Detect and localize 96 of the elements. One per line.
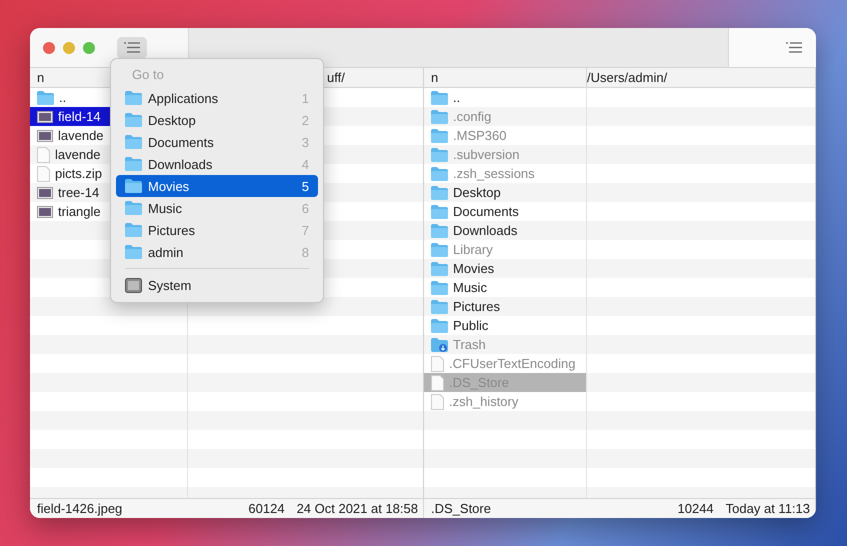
- folder-icon: [125, 245, 142, 259]
- minimize-button[interactable]: [63, 42, 75, 54]
- folder-icon: [431, 128, 448, 142]
- shortcut-number: 2: [302, 112, 309, 128]
- menu-item[interactable]: Downloads 4: [116, 153, 318, 175]
- folder-icon: [125, 113, 142, 127]
- folder-icon: [431, 262, 448, 276]
- folder-icon: [37, 90, 54, 104]
- folder-icon: [431, 166, 448, 180]
- folder-icon: [431, 300, 448, 314]
- file-name: ..: [59, 90, 66, 105]
- folder-icon: [125, 91, 142, 105]
- file-icon: [37, 146, 50, 162]
- menu-item[interactable]: Documents 3: [116, 131, 318, 153]
- disk-icon: [125, 278, 142, 292]
- file-name: .subversion: [453, 147, 520, 162]
- file-name: Documents: [453, 204, 519, 219]
- status-date: Today at 11:13: [726, 501, 810, 516]
- close-button[interactable]: [43, 42, 55, 54]
- file-name: Music: [453, 280, 487, 295]
- file-name: tree-14: [58, 185, 100, 200]
- list-icon: [786, 42, 802, 53]
- menu-item[interactable]: admin 8: [116, 241, 318, 263]
- image-file-icon: [37, 186, 53, 198]
- zoom-button[interactable]: [83, 42, 95, 54]
- shortcut-number: 3: [302, 134, 309, 150]
- file-name: .MSP360: [453, 128, 506, 143]
- file-name: .zsh_sessions: [453, 166, 535, 181]
- file-name: Desktop: [453, 185, 501, 200]
- shortcut-number: 5: [302, 178, 309, 194]
- shortcut-number: 1: [302, 90, 309, 106]
- file-row[interactable]: Public: [424, 316, 586, 335]
- menu-item[interactable]: Movies 5: [116, 175, 318, 197]
- file-name: picts.zip: [55, 166, 102, 181]
- file-name: .config: [453, 109, 492, 124]
- file-name: .zsh_history: [449, 394, 518, 409]
- file-row[interactable]: Music: [424, 278, 586, 297]
- folder-icon: [431, 318, 448, 332]
- file-name: Downloads: [453, 223, 518, 238]
- folder-icon: [431, 224, 448, 238]
- folder-icon: [125, 157, 142, 171]
- file-name: .CFUserTextEncoding: [449, 356, 576, 371]
- shortcut-number: 6: [302, 200, 309, 216]
- file-row[interactable]: Desktop: [424, 183, 586, 202]
- file-name: Pictures: [453, 299, 500, 314]
- file-name: lavende: [58, 128, 104, 143]
- file-row[interactable]: Pictures: [424, 297, 586, 316]
- file-name: Public: [453, 318, 488, 333]
- image-file-icon: [37, 110, 53, 122]
- menu-item[interactable]: Music 6: [116, 197, 318, 219]
- menu-button[interactable]: [117, 36, 147, 58]
- file-name: Library: [453, 242, 493, 257]
- file-name: Movies: [453, 261, 494, 276]
- column-title: n: [424, 68, 587, 87]
- folder-icon: [431, 186, 448, 200]
- image-file-icon: [37, 130, 53, 142]
- path-title: /Users/admin/: [587, 69, 668, 87]
- file-icon: [37, 166, 50, 182]
- folder-icon: [125, 201, 142, 215]
- status-size: 10244: [678, 501, 714, 516]
- shortcut-number: 7: [302, 222, 309, 238]
- shortcut-number: 8: [302, 244, 309, 260]
- file-name: field-14: [58, 109, 101, 124]
- file-name: triangle: [58, 204, 101, 219]
- folder-icon: [431, 280, 448, 294]
- path-title: uff/: [326, 69, 346, 87]
- menu-item[interactable]: Applications 1: [116, 87, 318, 109]
- menu-item[interactable]: Pictures 7: [116, 219, 318, 241]
- file-name: Trash: [453, 337, 486, 352]
- folder-download-icon: [431, 338, 448, 352]
- folder-icon: [431, 242, 448, 256]
- folder-icon: [431, 110, 448, 124]
- status-size: 60124: [248, 501, 285, 516]
- file-row[interactable]: Movies: [424, 259, 586, 278]
- file-name: ..: [453, 90, 460, 105]
- folder-icon: [431, 204, 448, 218]
- folder-icon: [125, 179, 142, 193]
- folder-icon: [431, 90, 448, 104]
- folder-icon: [431, 148, 448, 162]
- file-row[interactable]: Downloads: [424, 221, 586, 240]
- file-icon: [431, 374, 444, 390]
- folder-icon: [125, 223, 142, 237]
- status-file-name: .DS_Store: [431, 501, 492, 516]
- status-file-name: field-1426.jpeg: [37, 501, 124, 516]
- status-date: 24 Oct 2021 at 18:58: [296, 501, 418, 516]
- menu-item[interactable]: System: [116, 274, 318, 296]
- file-icon: [431, 394, 444, 410]
- shortcut-number: 4: [302, 156, 309, 172]
- folder-icon: [125, 135, 142, 149]
- file-name: lavende: [55, 147, 101, 162]
- image-file-icon: [37, 206, 53, 218]
- list-icon: [124, 42, 140, 53]
- file-row[interactable]: Documents: [424, 202, 586, 221]
- file-row[interactable]: ..: [424, 88, 586, 107]
- file-icon: [431, 356, 444, 372]
- menu-title: Go to: [131, 66, 165, 84]
